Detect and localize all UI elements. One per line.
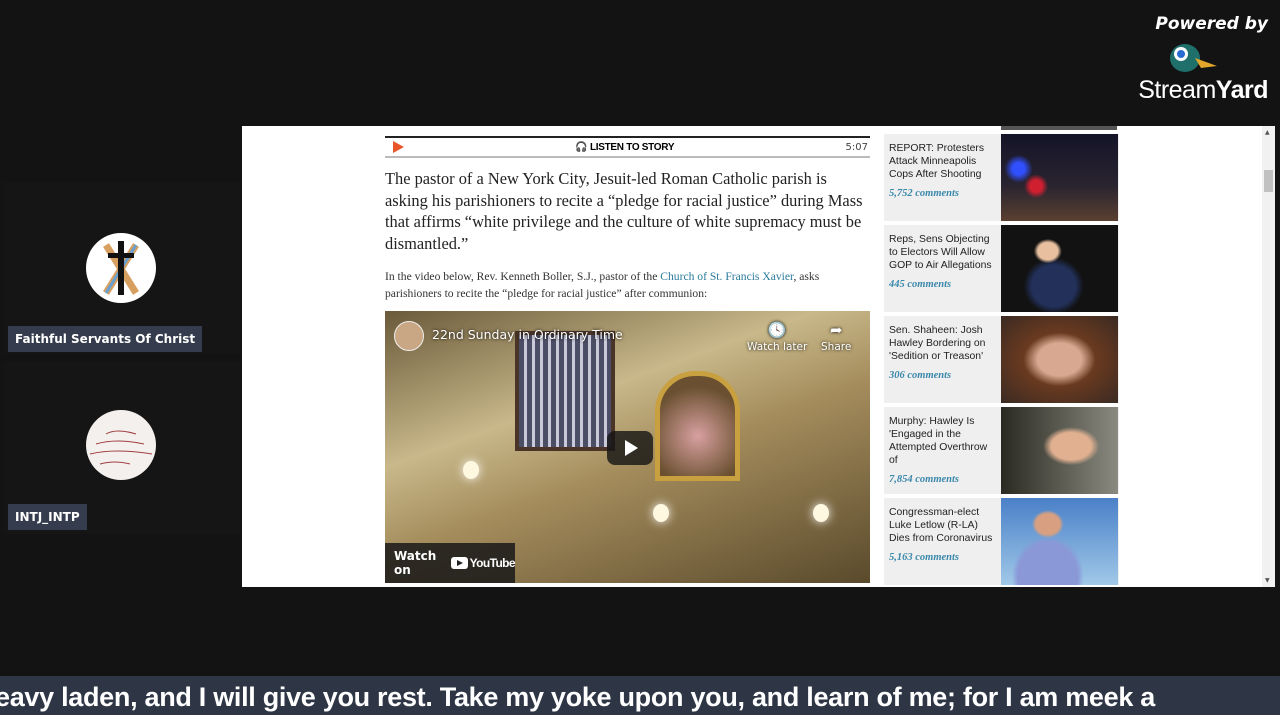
story-headline[interactable]: REPORT: Protesters Attack Minneapolis Co… <box>889 143 984 180</box>
share-icon: ➦ <box>829 321 843 339</box>
story-thumbnail[interactable] <box>1001 134 1118 221</box>
trending-sidebar: REPORT: Protesters Attack Minneapolis Co… <box>884 126 1119 585</box>
church-link[interactable]: Church of St. Francis Xavier <box>660 270 793 283</box>
sidebar-story[interactable]: REPORT: Protesters Attack Minneapolis Co… <box>884 134 1119 221</box>
story-thumbnail <box>1001 126 1117 130</box>
participant-name: INTJ_INTP <box>8 504 87 530</box>
story-comments[interactable]: 7,854 comments <box>889 473 996 486</box>
video-lamp <box>463 461 479 479</box>
story-thumbnail[interactable] <box>1001 316 1118 403</box>
sidebar-story[interactable]: Sen. Shaheen: Josh Hawley Bordering on '… <box>884 316 1119 403</box>
sidebar-story[interactable]: Reps, Sens Objecting to Electors Will Al… <box>884 225 1119 312</box>
share-label: Share <box>821 341 852 353</box>
page-scrollbar[interactable]: ▲ ▼ <box>1262 126 1275 587</box>
powered-by-label: Powered by <box>1155 14 1268 34</box>
video-play-button[interactable] <box>607 431 653 465</box>
channel-avatar[interactable] <box>394 321 424 351</box>
article-lede: The pastor of a New York City, Jesuit-le… <box>385 169 863 253</box>
participant-tile[interactable]: Faithful Servants Of Christ <box>4 182 240 354</box>
video-organ-graphic <box>515 331 615 451</box>
logo-text-stream: Stream <box>1138 76 1216 104</box>
play-audio-icon[interactable] <box>393 141 404 153</box>
play-icon <box>625 440 638 456</box>
video-lamp <box>653 504 669 522</box>
story-comments[interactable]: 5,752 comments <box>889 187 996 200</box>
story-thumbnail[interactable] <box>1001 498 1118 585</box>
streamyard-branding: Powered by StreamYard <box>1138 14 1268 105</box>
scrolling-ticker: eavy laden, and I will give you rest. Ta… <box>0 676 1280 715</box>
scroll-up-icon[interactable]: ▲ <box>1265 129 1270 136</box>
clock-icon: 🕓 <box>767 321 787 339</box>
participant-name: Faithful Servants Of Christ <box>8 326 203 352</box>
sidebar-story[interactable]: Congressman-elect Luke Letlow (R-LA) Die… <box>884 498 1119 585</box>
story-comments[interactable]: 5,163 comments <box>889 551 996 564</box>
participant-tile[interactable]: INTJ_INTP <box>4 362 240 534</box>
youtube-label: YouTube <box>469 556 516 570</box>
youtube-icon <box>450 557 468 569</box>
sidebar-story[interactable]: Murphy: Hawley Is 'Engaged in the Attemp… <box>884 407 1119 494</box>
listen-to-story-bar[interactable]: 🎧 LISTEN TO STORY 5:07 <box>385 136 870 158</box>
youtube-logo: YouTube <box>450 556 516 570</box>
story-headline[interactable]: Congressman-elect Luke Letlow (R-LA) Die… <box>889 507 992 544</box>
listen-label: 🎧 LISTEN TO STORY <box>575 142 674 153</box>
watch-later-button[interactable]: 🕓 Watch later <box>747 321 807 353</box>
intro-text: In the video below, Rev. Kenneth Boller,… <box>385 270 661 283</box>
story-headline[interactable]: Murphy: Hawley Is 'Engaged in the Attemp… <box>889 416 987 466</box>
participant-avatar <box>86 233 156 303</box>
shared-screen-webpage: 🎧 LISTEN TO STORY 5:07 The pastor of a N… <box>242 126 1275 587</box>
story-thumbnail[interactable] <box>1001 225 1118 312</box>
video-lamp <box>813 504 829 522</box>
story-comments[interactable]: 445 comments <box>889 278 996 291</box>
scrollbar-thumb[interactable] <box>1264 170 1273 192</box>
share-button[interactable]: ➦ Share <box>821 321 851 353</box>
story-thumbnail[interactable] <box>1001 407 1118 494</box>
story-headline[interactable]: Sen. Shaheen: Josh Hawley Bordering on '… <box>889 325 985 362</box>
streamyard-duck-icon <box>1138 38 1248 74</box>
watch-on-youtube-button[interactable]: Watch on YouTube <box>385 543 516 583</box>
participant-avatar <box>86 410 156 480</box>
story-comments[interactable]: 306 comments <box>889 369 996 382</box>
headphones-icon: 🎧 <box>575 141 588 153</box>
story-headline[interactable]: Reps, Sens Objecting to Electors Will Al… <box>889 234 992 271</box>
article-intro: In the video below, Rev. Kenneth Boller,… <box>385 268 870 302</box>
watch-on-label: Watch on <box>394 549 437 577</box>
watch-later-label: Watch later <box>747 341 808 353</box>
audio-duration: 5:07 <box>845 141 868 153</box>
article: 🎧 LISTEN TO STORY 5:07 The pastor of a N… <box>385 126 870 583</box>
scroll-down-icon[interactable]: ▼ <box>1265 577 1270 584</box>
video-title[interactable]: 22nd Sunday in Ordinary Time <box>432 327 623 342</box>
logo-text-yard: Yard <box>1215 76 1269 104</box>
youtube-embed[interactable]: 22nd Sunday in Ordinary Time 🕓 Watch late… <box>385 311 870 583</box>
streamyard-logo: StreamYard <box>1138 76 1268 105</box>
listen-text: LISTEN TO STORY <box>589 141 675 153</box>
video-statue-graphic <box>655 371 740 481</box>
